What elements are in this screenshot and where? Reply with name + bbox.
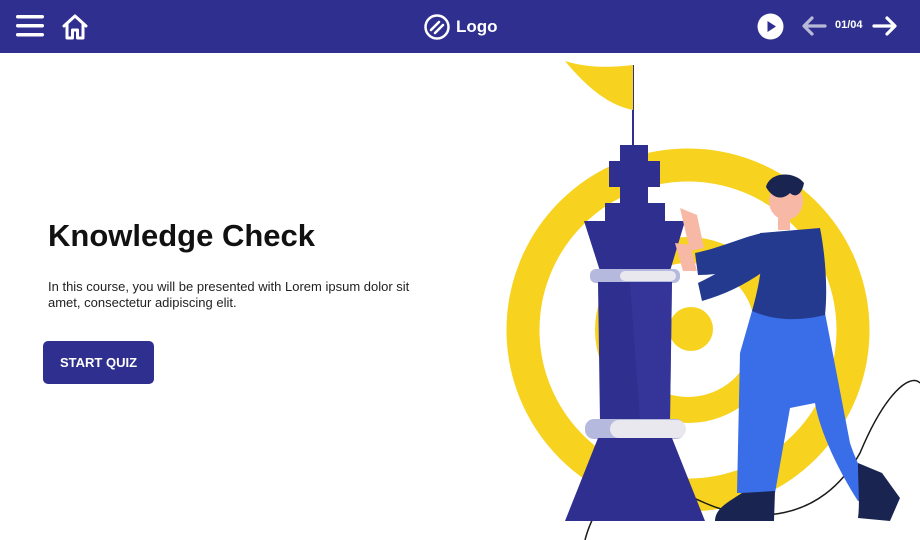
page-title: Knowledge Check — [48, 218, 315, 253]
page-indicator: 01/04 — [835, 19, 863, 31]
arrow-left-icon[interactable] — [801, 15, 827, 37]
page-description: In this course, you will be presented wi… — [48, 279, 410, 310]
chess-illustration — [506, 61, 920, 540]
flag — [565, 61, 634, 148]
arrow-right-icon[interactable] — [872, 15, 898, 37]
start-quiz-button[interactable]: START QUIZ — [43, 341, 154, 384]
logo-icon — [424, 14, 450, 40]
menu-icon[interactable] — [16, 14, 44, 38]
home-icon[interactable] — [60, 12, 90, 42]
top-bar: Logo 01/04 — [0, 0, 920, 53]
logo: Logo — [424, 14, 498, 40]
play-icon[interactable] — [757, 13, 784, 40]
logo-text: Logo — [456, 17, 498, 36]
